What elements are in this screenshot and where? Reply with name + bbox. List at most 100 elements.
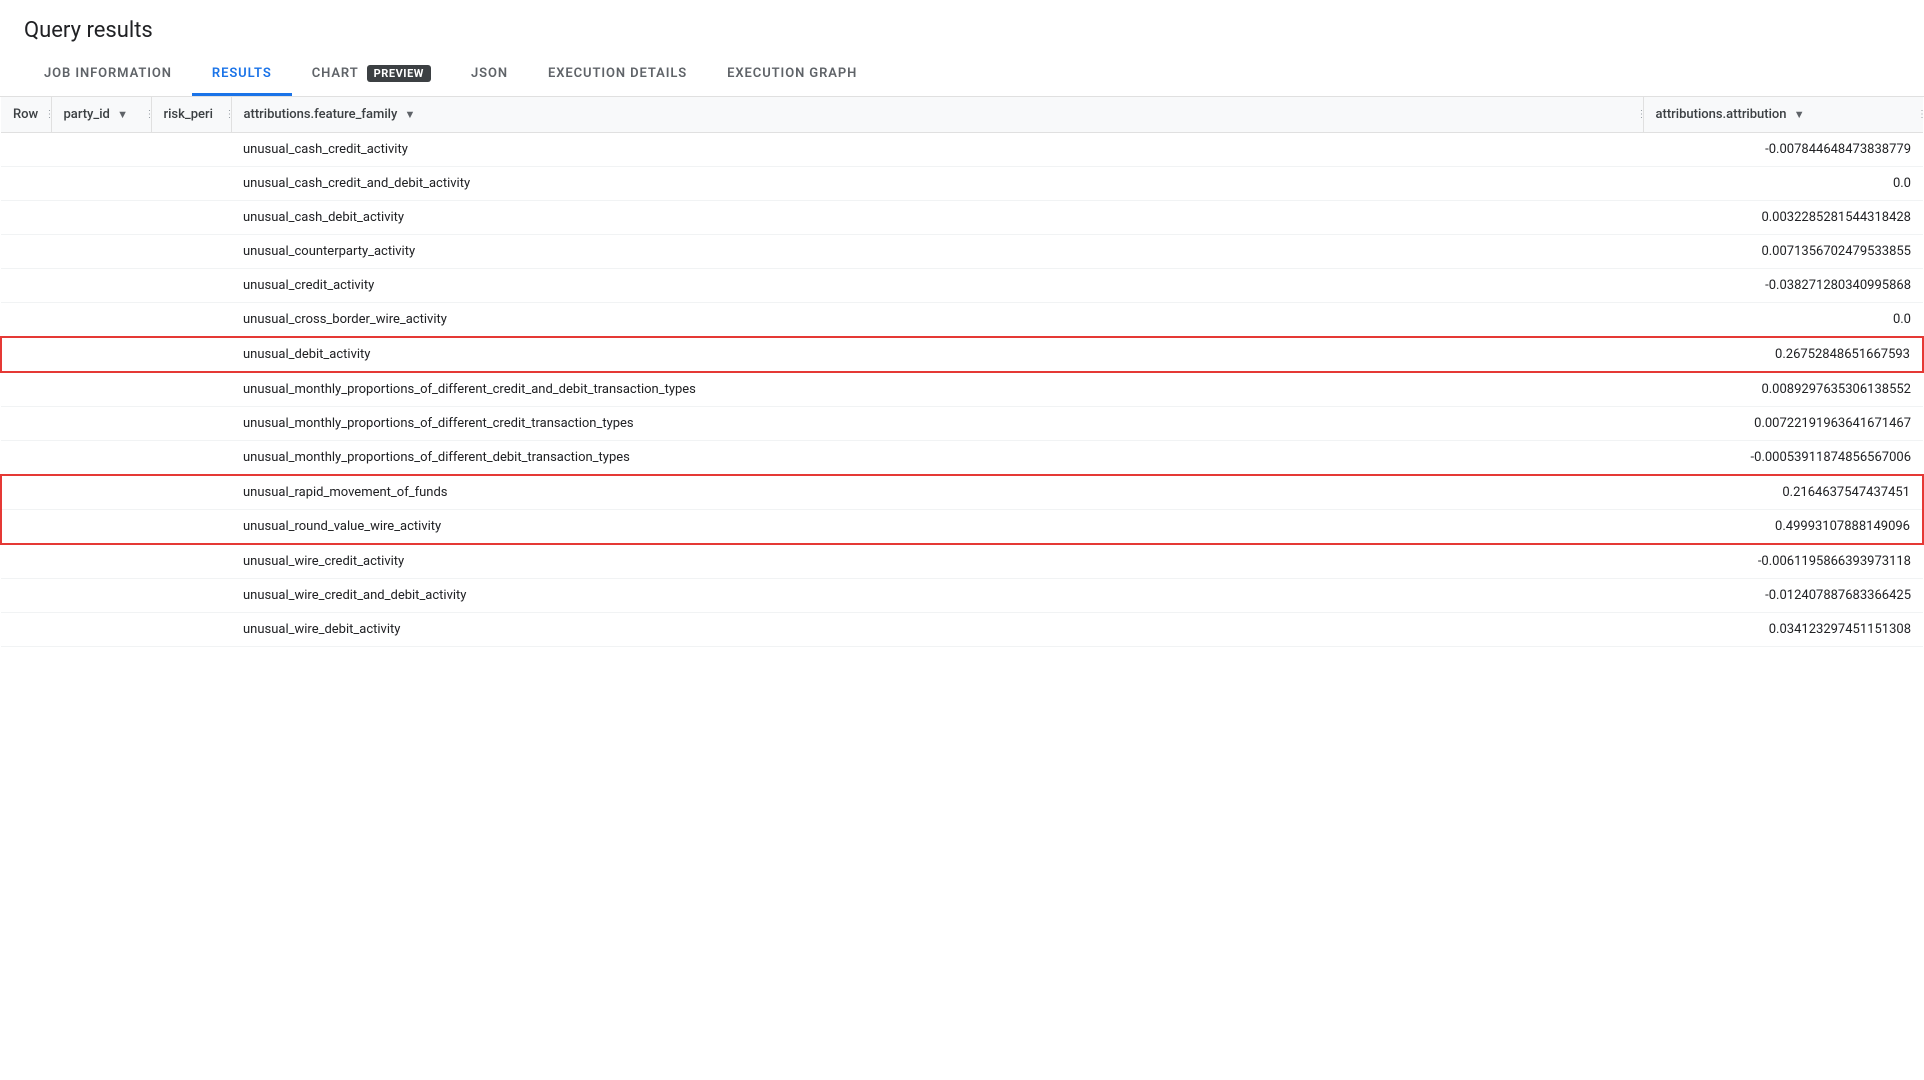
table-row: unusual_wire_debit_activity0.03412329745… xyxy=(1,613,1923,647)
cell-feature-family: unusual_monthly_proportions_of_different… xyxy=(231,407,1643,441)
tab-json[interactable]: JSON xyxy=(451,54,528,96)
cell-feature-family: unusual_wire_credit_and_debit_activity xyxy=(231,579,1643,613)
cell-risk xyxy=(151,510,231,545)
tab-bar: JOB INFORMATION RESULTS CHART PREVIEW JS… xyxy=(0,53,1924,97)
col-resize-attribution[interactable]: ⋮ xyxy=(1917,107,1923,123)
cell-attribution: 0.49993107888149096 xyxy=(1643,510,1923,545)
col-header-party-id: party_id ▼ ⋮ xyxy=(51,97,151,133)
cell-risk xyxy=(151,303,231,338)
results-table-container: Row ⋮ party_id ▼ ⋮ risk_peri ⋮ attributi… xyxy=(0,97,1924,647)
cell-party-id xyxy=(51,167,151,201)
attribution-label: attributions.attribution xyxy=(1656,107,1787,122)
cell-risk xyxy=(151,441,231,476)
cell-feature-family: unusual_rapid_movement_of_funds xyxy=(231,475,1643,510)
sort-icon-attribution[interactable]: ▼ xyxy=(1794,108,1805,121)
cell-attribution: 0.0 xyxy=(1643,167,1923,201)
cell-risk xyxy=(151,269,231,303)
table-row: unusual_cash_debit_activity0.00322852815… xyxy=(1,201,1923,235)
table-row: unusual_cash_credit_activity-0.007844648… xyxy=(1,133,1923,167)
page-title: Query results xyxy=(0,0,1924,53)
cell-row-number xyxy=(1,133,51,167)
cell-party-id xyxy=(51,579,151,613)
party-id-label: party_id xyxy=(64,107,110,122)
cell-party-id xyxy=(51,544,151,579)
cell-party-id xyxy=(51,235,151,269)
table-row: unusual_monthly_proportions_of_different… xyxy=(1,372,1923,407)
col-header-risk: risk_peri ⋮ xyxy=(151,97,231,133)
col-resize-party[interactable]: ⋮ xyxy=(145,107,151,123)
cell-row-number xyxy=(1,579,51,613)
cell-row-number xyxy=(1,269,51,303)
table-header-row: Row ⋮ party_id ▼ ⋮ risk_peri ⋮ attributi… xyxy=(1,97,1923,133)
cell-row-number xyxy=(1,201,51,235)
cell-row-number xyxy=(1,337,51,372)
cell-row-number xyxy=(1,407,51,441)
cell-feature-family: unusual_credit_activity xyxy=(231,269,1643,303)
tab-chart-preview[interactable]: CHART PREVIEW xyxy=(292,53,451,97)
sort-icon-party[interactable]: ▼ xyxy=(117,108,128,121)
cell-party-id xyxy=(51,269,151,303)
row-label: Row xyxy=(13,107,38,122)
sort-icon-feature[interactable]: ▼ xyxy=(405,108,416,121)
tab-execution-details[interactable]: EXECUTION DETAILS xyxy=(528,54,707,96)
cell-party-id xyxy=(51,201,151,235)
table-row: unusual_cross_border_wire_activity0.0 xyxy=(1,303,1923,338)
cell-attribution: 0.008929763530613855​2 xyxy=(1643,372,1923,407)
table-row: unusual_credit_activity-0.03827128034099… xyxy=(1,269,1923,303)
cell-feature-family: unusual_monthly_proportions_of_different… xyxy=(231,441,1643,476)
cell-risk xyxy=(151,475,231,510)
cell-feature-family: unusual_cash_debit_activity xyxy=(231,201,1643,235)
cell-party-id xyxy=(51,510,151,545)
col-header-attribution: attributions.attribution ▼ ⋮ xyxy=(1643,97,1923,133)
cell-party-id xyxy=(51,475,151,510)
cell-attribution: -0.012407887683366425 xyxy=(1643,579,1923,613)
cell-party-id xyxy=(51,337,151,372)
cell-row-number xyxy=(1,441,51,476)
cell-party-id xyxy=(51,407,151,441)
cell-feature-family: unusual_counterparty_activity xyxy=(231,235,1643,269)
cell-party-id xyxy=(51,372,151,407)
col-header-feature-family: attributions.feature_family ▼ ⋮ xyxy=(231,97,1643,133)
cell-risk xyxy=(151,235,231,269)
cell-feature-family: unusual_debit_activity xyxy=(231,337,1643,372)
table-row: unusual_rapid_movement_of_funds0.2164637… xyxy=(1,475,1923,510)
cell-feature-family: unusual_cross_border_wire_activity xyxy=(231,303,1643,338)
col-resize-risk[interactable]: ⋮ xyxy=(225,107,231,123)
cell-row-number xyxy=(1,475,51,510)
feature-family-label: attributions.feature_family xyxy=(244,107,398,122)
cell-row-number xyxy=(1,303,51,338)
table-row: unusual_monthly_proportions_of_different… xyxy=(1,407,1923,441)
cell-attribution: 0.0 xyxy=(1643,303,1923,338)
cell-feature-family: unusual_cash_credit_and_debit_activity xyxy=(231,167,1643,201)
preview-badge: PREVIEW xyxy=(367,65,431,82)
cell-party-id xyxy=(51,133,151,167)
tab-results[interactable]: RESULTS xyxy=(192,54,292,96)
col-header-row: Row ⋮ xyxy=(1,97,51,133)
cell-attribution: -0.038271280340995868 xyxy=(1643,269,1923,303)
cell-attribution: -0.000539118748565670​06 xyxy=(1643,441,1923,476)
cell-row-number xyxy=(1,235,51,269)
cell-risk xyxy=(151,372,231,407)
table-row: unusual_monthly_proportions_of_different… xyxy=(1,441,1923,476)
tab-execution-graph[interactable]: EXECUTION GRAPH xyxy=(707,54,877,96)
cell-attribution: -0.007844648473838779 xyxy=(1643,133,1923,167)
cell-risk xyxy=(151,579,231,613)
col-resize-row[interactable]: ⋮ xyxy=(45,107,51,123)
cell-attribution: 0.26752848651667593 xyxy=(1643,337,1923,372)
cell-feature-family: unusual_cash_credit_activity xyxy=(231,133,1643,167)
table-row: unusual_debit_activity0.2675284865166759… xyxy=(1,337,1923,372)
cell-risk xyxy=(151,167,231,201)
cell-feature-family: unusual_round_value_wire_activity xyxy=(231,510,1643,545)
table-row: unusual_cash_credit_and_debit_activity0.… xyxy=(1,167,1923,201)
tab-job-information[interactable]: JOB INFORMATION xyxy=(24,54,192,96)
cell-risk xyxy=(151,544,231,579)
cell-row-number xyxy=(1,167,51,201)
tab-chart-label: CHART xyxy=(312,66,359,81)
table-row: unusual_counterparty_activity0.007135670… xyxy=(1,235,1923,269)
table-row: unusual_wire_credit_activity-0.006119586… xyxy=(1,544,1923,579)
table-row: unusual_round_value_wire_activity0.49993… xyxy=(1,510,1923,545)
cell-party-id xyxy=(51,441,151,476)
cell-risk xyxy=(151,407,231,441)
cell-feature-family: unusual_wire_credit_activity xyxy=(231,544,1643,579)
col-resize-feature[interactable]: ⋮ xyxy=(1637,107,1643,123)
